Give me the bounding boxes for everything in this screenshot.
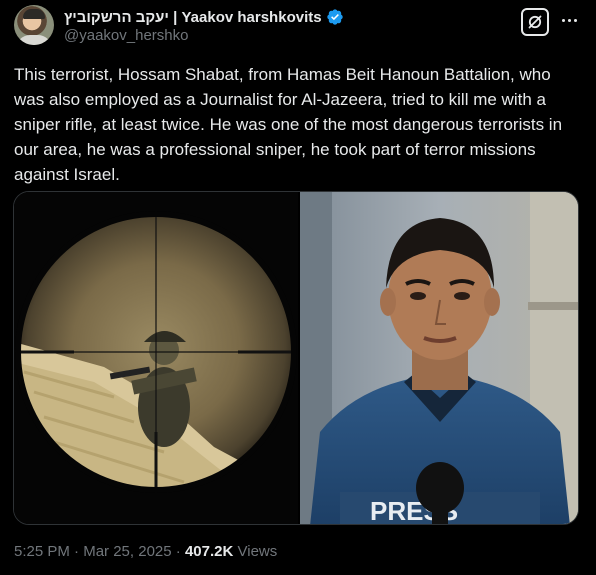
portrait-image[interactable]: PRESS bbox=[300, 192, 578, 524]
author-name-row: יעקב הרשקוביץ | Yaakov harshkovits bbox=[64, 7, 344, 27]
more-options-button[interactable] bbox=[558, 10, 580, 30]
grok-button[interactable] bbox=[521, 8, 549, 36]
author-handle[interactable]: @yaakov_hershko bbox=[64, 27, 188, 44]
tweet-meta: 5:25 PM · Mar 25, 2025 · 407.2K Views bbox=[14, 543, 277, 560]
meta-separator: · bbox=[175, 543, 181, 560]
tweet-date[interactable]: Mar 25, 2025 bbox=[83, 543, 171, 560]
views-count: 407.2K bbox=[184, 543, 234, 560]
tweet-text: This terrorist, Hossam Shabat, from Hama… bbox=[14, 65, 563, 184]
tweet-time[interactable]: 5:25 PM bbox=[14, 543, 70, 560]
more-dots-icon bbox=[567, 18, 571, 22]
avatar-shirt bbox=[16, 35, 52, 45]
avatar-cap bbox=[23, 9, 45, 19]
tweet-media[interactable]: PRESS bbox=[13, 191, 579, 525]
more-dots-icon bbox=[561, 18, 565, 22]
sniper-scope-image[interactable] bbox=[14, 192, 298, 524]
more-dots-icon bbox=[573, 18, 577, 22]
verified-badge-icon bbox=[326, 8, 344, 26]
portrait-in-blue-vest: PRESS bbox=[300, 192, 578, 524]
author-display-name[interactable]: יעקב הרשקוביץ | Yaakov harshkovits bbox=[64, 9, 322, 26]
meta-separator: · bbox=[74, 543, 80, 560]
views-label: Views bbox=[237, 543, 278, 560]
tweet: יעקב הרשקוביץ | Yaakov harshkovits @yaak… bbox=[0, 0, 596, 575]
grok-slash-icon bbox=[528, 15, 542, 29]
sniper-scope-view bbox=[14, 192, 298, 524]
author-avatar[interactable] bbox=[14, 5, 54, 45]
